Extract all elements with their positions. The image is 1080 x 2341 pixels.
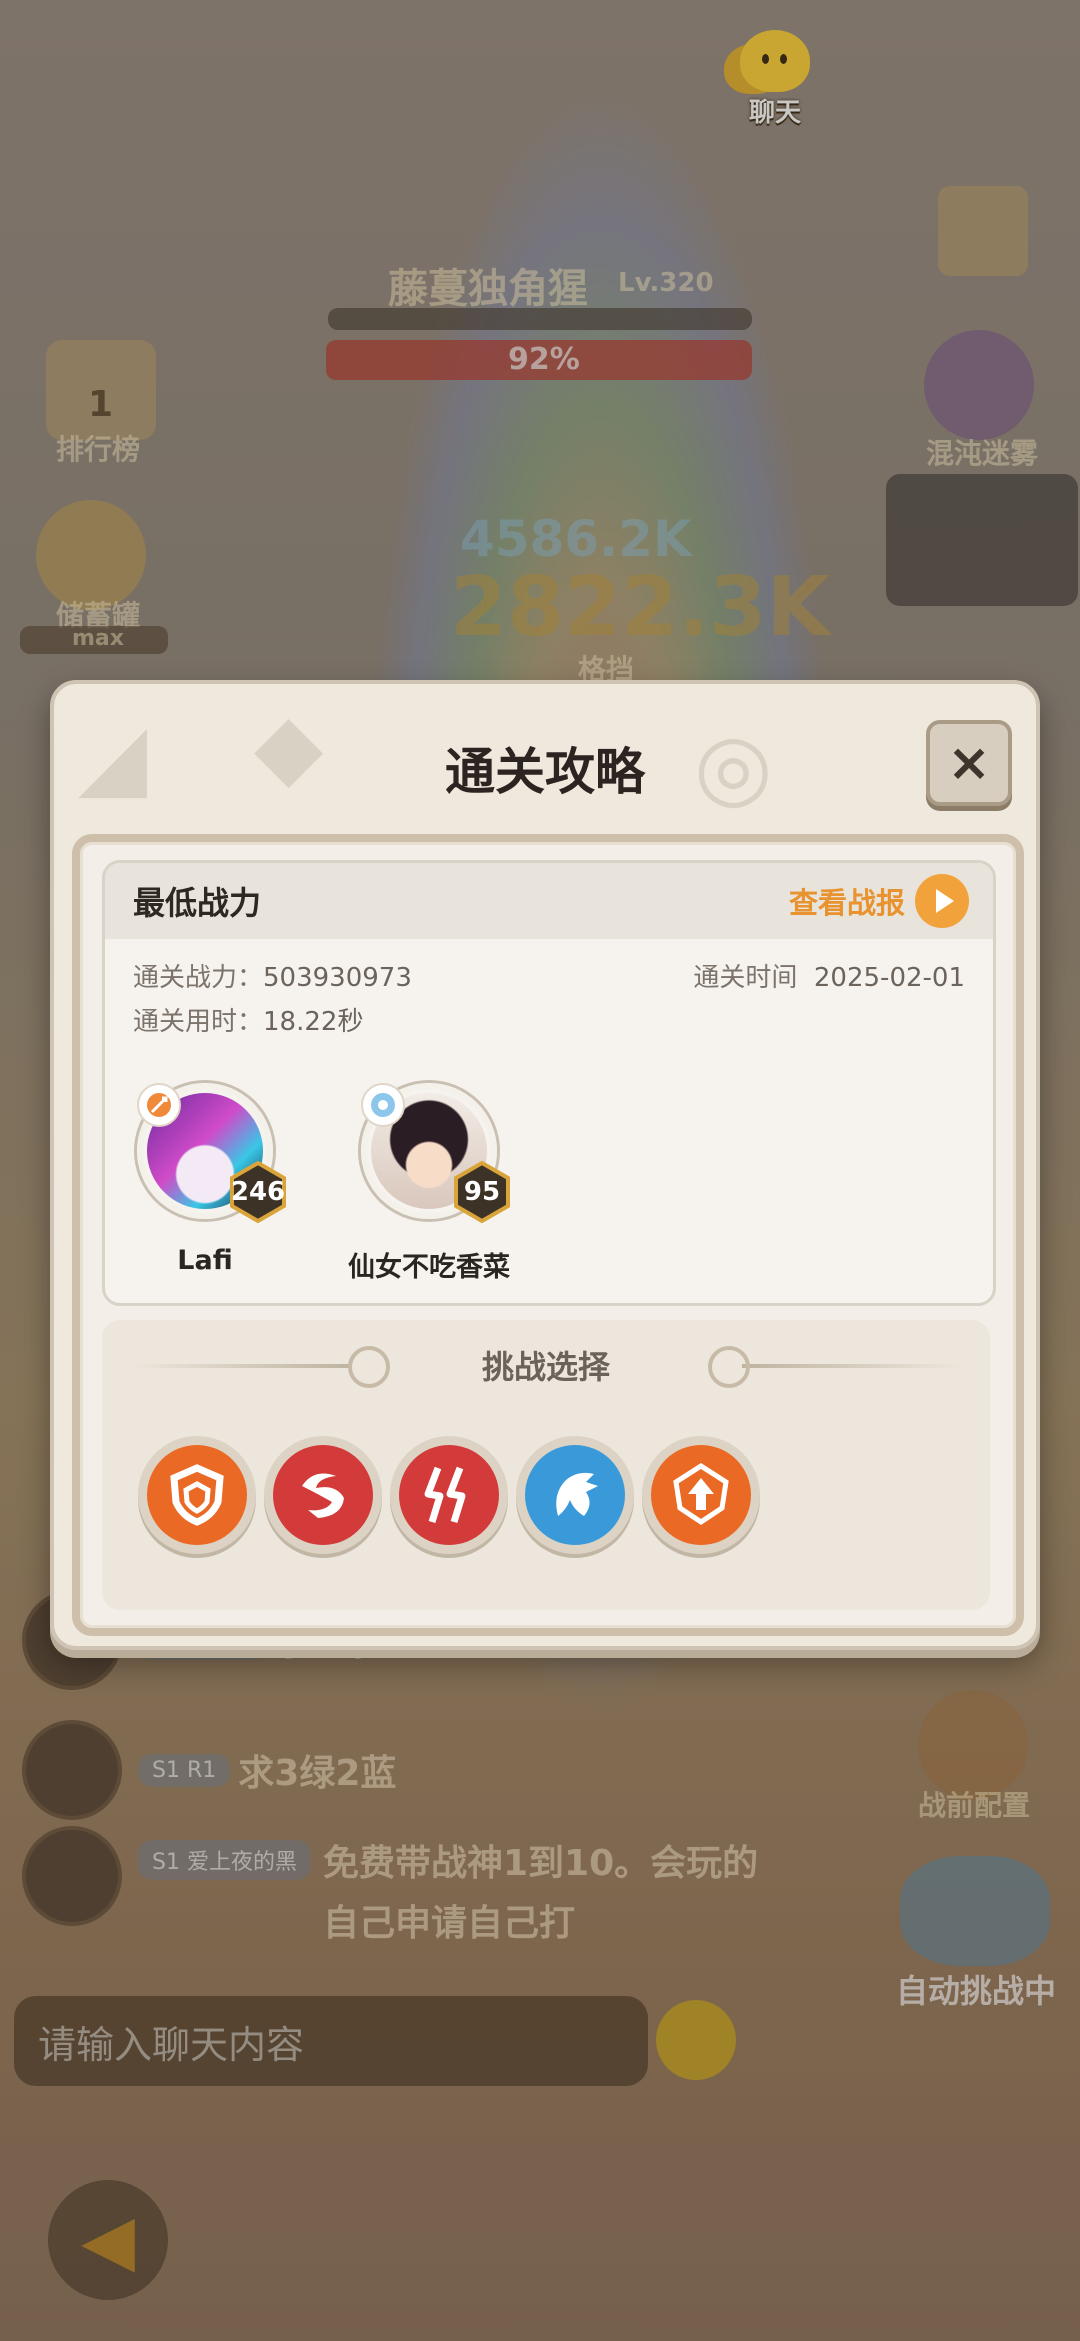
- section-title: 最低战力: [133, 884, 262, 922]
- hero-level-badge: 246: [227, 1160, 289, 1224]
- hero-name: Lafi: [177, 1245, 233, 1276]
- strategy-modal: ◢ ◆ ◎ 通关攻略 × 最低战力 查看战报 通关战力：503930973 通关…: [50, 680, 1040, 1650]
- clear-power: 通关战力：503930973: [133, 963, 412, 993]
- magic-class-icon: [361, 1083, 405, 1127]
- hero-fairy[interactable]: 95 仙女不吃香菜: [329, 1083, 529, 1284]
- clear-duration: 通关用时：18.22秒: [133, 1007, 364, 1037]
- view-report-button[interactable]: 查看战报: [789, 874, 969, 928]
- shield-buff-icon[interactable]: [138, 1436, 256, 1554]
- hero-level-badge: 95: [451, 1160, 513, 1224]
- dragon-buff-icon[interactable]: [516, 1436, 634, 1554]
- modal-title: 通关攻略: [445, 743, 645, 801]
- view-report-label: 查看战报: [788, 886, 905, 920]
- hero-lafi[interactable]: 246 Lafi: [105, 1083, 305, 1276]
- lowest-power-card: 最低战力 查看战报 通关战力：503930973 通关用时：18.22秒 通关时…: [102, 860, 996, 1306]
- lightning-buff-icon[interactable]: [390, 1436, 508, 1554]
- buff-circle: [525, 1445, 625, 1545]
- sword-class-icon: [137, 1083, 181, 1127]
- challenge-choice-panel: 挑战选择: [102, 1320, 990, 1610]
- buff-circle: [147, 1445, 247, 1545]
- avatar: 246: [137, 1083, 286, 1224]
- hero-name: 仙女不吃香菜: [348, 1252, 510, 1283]
- card-header: 最低战力 查看战报: [105, 863, 993, 939]
- clear-time: 通关时间 2025-02-01: [693, 963, 965, 993]
- content-frame: 最低战力 查看战报 通关战力：503930973 通关用时：18.22秒 通关时…: [72, 834, 1024, 1636]
- close-button[interactable]: ×: [926, 720, 1012, 806]
- buff-circle: [651, 1445, 751, 1545]
- play-icon: [915, 874, 969, 928]
- arrow-up-buff-icon[interactable]: [642, 1436, 760, 1554]
- buff-circle: [273, 1445, 373, 1545]
- avatar: 95: [361, 1083, 510, 1224]
- swan-buff-icon[interactable]: [264, 1436, 382, 1554]
- challenge-title: 挑战选择: [481, 1348, 610, 1386]
- buff-circle: [399, 1445, 499, 1545]
